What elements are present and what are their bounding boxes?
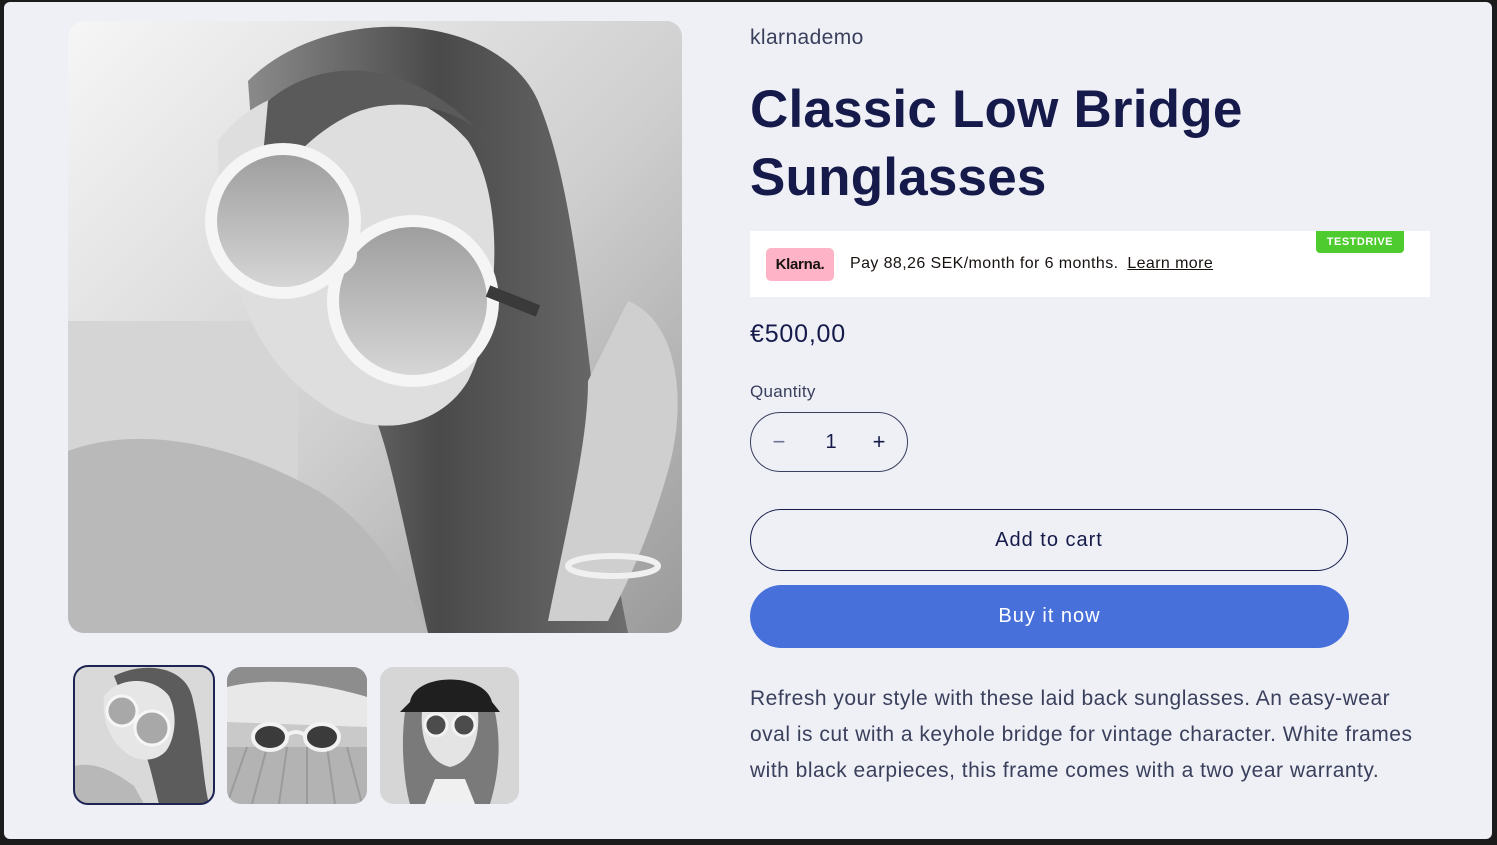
sunglasses-on-surface-thumbnail: [227, 667, 367, 804]
quantity-label: Quantity: [750, 382, 816, 401]
woman-beanie-thumbnail: [380, 667, 519, 804]
klarna-placement: Klarna. Pay 88,26 SEK/month for 6 months…: [750, 231, 1430, 297]
testdrive-badge: TESTDRIVE: [1315, 231, 1404, 253]
add-to-cart-button[interactable]: Add to cart: [750, 509, 1348, 571]
quantity-input[interactable]: [805, 427, 857, 457]
klarna-learn-more-link[interactable]: Learn more: [1127, 255, 1213, 272]
klarna-message: Pay 88,26 SEK/month for 6 months.: [850, 255, 1119, 272]
thumbnail-3[interactable]: [380, 667, 519, 804]
woman-sunglasses-photo: [68, 21, 682, 633]
buy-now-button[interactable]: Buy it now: [750, 585, 1349, 648]
product-price: €500,00: [750, 320, 846, 348]
klarna-logo: Klarna.: [766, 248, 834, 281]
quantity-stepper: − +: [750, 412, 908, 472]
thumbnail-2[interactable]: [227, 667, 367, 804]
product-title: Classic Low Bridge Sunglasses: [750, 80, 1243, 207]
product-description: Refresh your style with these laid back …: [750, 687, 1413, 782]
thumbnail-1[interactable]: [73, 665, 215, 805]
quantity-decrease-button[interactable]: −: [753, 413, 805, 470]
product-page: klarnademo Classic Low Bridge Sunglasses…: [4, 2, 1492, 839]
woman-sunglasses-thumbnail: [74, 666, 214, 804]
product-vendor: klarnademo: [750, 26, 864, 49]
klarna-message-row: Pay 88,26 SEK/month for 6 months. Learn …: [850, 255, 1213, 273]
product-main-image[interactable]: [68, 21, 682, 633]
quantity-increase-button[interactable]: +: [853, 413, 905, 470]
